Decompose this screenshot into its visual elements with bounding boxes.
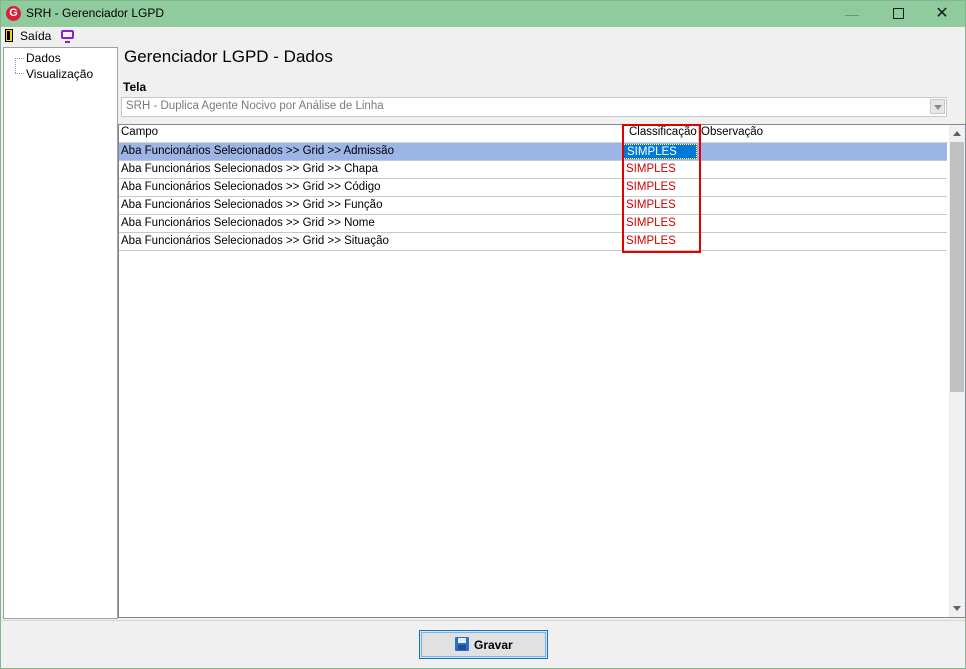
cell-campo: Aba Funcionários Selecionados >> Grid >>… (121, 235, 389, 247)
save-disk-icon (455, 637, 469, 651)
footer-divider (1, 620, 965, 621)
tree-connector (15, 73, 24, 74)
app-window: G SRH - Gerenciador LGPD — ✕ Saída Dados… (0, 0, 966, 669)
minimize-button[interactable]: — (829, 1, 875, 27)
table-row[interactable]: Aba Funcionários Selecionados >> Grid >>… (119, 233, 947, 251)
table-row[interactable]: Aba Funcionários Selecionados >> Grid >>… (119, 161, 947, 179)
scroll-thumb[interactable] (950, 142, 964, 392)
maximize-button[interactable] (875, 1, 921, 27)
scroll-up-icon[interactable] (953, 131, 961, 136)
maximize-icon (892, 8, 904, 20)
grid-header: Campo Classificação Observação (119, 125, 948, 143)
window-title: SRH - Gerenciador LGPD (26, 6, 165, 20)
classification-highlight-box (622, 124, 701, 253)
cell-campo: Aba Funcionários Selecionados >> Grid >>… (121, 145, 394, 157)
close-button[interactable]: ✕ (919, 1, 965, 27)
table-row[interactable]: Aba Funcionários Selecionados >> Grid >>… (119, 197, 947, 215)
cell-campo: Aba Funcionários Selecionados >> Grid >>… (121, 199, 383, 211)
page-title: Gerenciador LGPD - Dados (124, 47, 333, 66)
column-header-observacao[interactable]: Observação (701, 126, 763, 138)
cell-campo: Aba Funcionários Selecionados >> Grid >>… (121, 163, 378, 175)
grid-vertical-scrollbar[interactable] (949, 125, 965, 617)
column-header-campo[interactable]: Campo (121, 126, 158, 138)
save-button-label: Gravar (474, 638, 513, 652)
title-bar[interactable]: G SRH - Gerenciador LGPD — ✕ (1, 1, 965, 27)
table-row[interactable]: Aba Funcionários Selecionados >> Grid >>… (119, 215, 947, 233)
menu-exit[interactable]: Saída (20, 29, 51, 43)
tela-label: Tela (123, 80, 147, 94)
tela-select[interactable]: SRH - Duplica Agente Nocivo por Análise … (121, 97, 947, 117)
tree-connector (15, 58, 16, 73)
scroll-down-icon[interactable] (953, 606, 961, 611)
navigation-tree: Dados Visualização (3, 47, 118, 619)
tree-item-visualizacao[interactable]: Visualização (26, 67, 93, 81)
exit-door-icon[interactable] (5, 29, 13, 42)
monitor-icon[interactable] (61, 30, 74, 43)
app-logo-icon: G (6, 6, 21, 21)
save-button[interactable]: Gravar (419, 630, 548, 659)
cell-campo: Aba Funcionários Selecionados >> Grid >>… (121, 217, 375, 229)
tree-connector (15, 58, 24, 59)
cell-campo: Aba Funcionários Selecionados >> Grid >>… (121, 181, 381, 193)
menu-bar: Saída (1, 27, 965, 46)
tela-select-value: SRH - Duplica Agente Nocivo por Análise … (126, 100, 384, 112)
table-row[interactable]: Aba Funcionários Selecionados >> Grid >>… (119, 143, 947, 161)
fields-grid: Campo Classificação Observação Aba Funci… (118, 124, 966, 618)
chevron-down-icon[interactable] (930, 99, 945, 114)
table-row[interactable]: Aba Funcionários Selecionados >> Grid >>… (119, 179, 947, 197)
tree-item-dados[interactable]: Dados (26, 51, 61, 65)
